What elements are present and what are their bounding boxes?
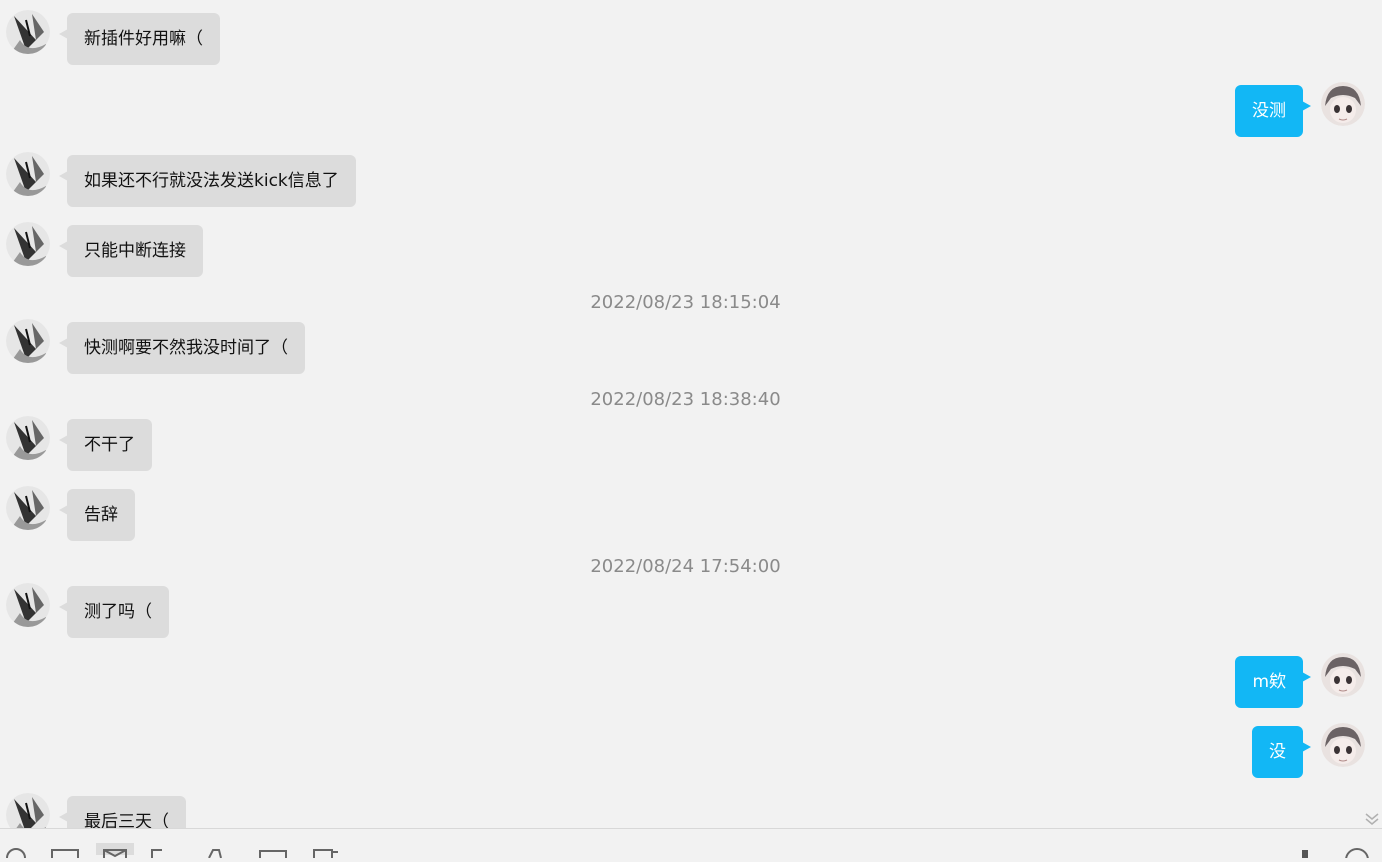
mic-icon[interactable]: [1295, 843, 1315, 858]
contact-avatar[interactable]: [6, 486, 50, 530]
message-bubble[interactable]: 新插件好用嘛（: [59, 13, 220, 65]
message-bubble[interactable]: 只能中断连接: [59, 225, 203, 277]
contact-avatar[interactable]: [6, 583, 50, 627]
contact-avatar[interactable]: [6, 319, 50, 363]
message-row: 新插件好用嘛（: [0, 10, 1382, 66]
timestamp: 2022/08/24 17:54:00: [590, 556, 781, 577]
contact-avatar[interactable]: [6, 793, 50, 828]
message-row: 没测: [0, 82, 1382, 138]
message-row: 只能中断连接: [0, 222, 1382, 278]
chat-message-area[interactable]: 新插件好用嘛（ 没测 如果还不行就没法发送kick信息了 只能中断连接 2022…: [0, 0, 1382, 828]
image-icon[interactable]: [96, 843, 134, 858]
input-toolbar: [0, 828, 1382, 862]
message-row: 如果还不行就没法发送kick信息了: [0, 152, 1382, 208]
message-bubble[interactable]: 没测: [1235, 85, 1311, 137]
message-bubble[interactable]: 告辞: [59, 489, 135, 541]
timestamp: 2022/08/23 18:15:04: [590, 292, 781, 313]
my-avatar[interactable]: [1321, 82, 1365, 126]
my-avatar[interactable]: [1321, 653, 1365, 697]
gift-icon[interactable]: [258, 843, 287, 858]
message-bubble[interactable]: m欸: [1235, 656, 1311, 708]
double-chevron-down-icon[interactable]: [1364, 811, 1380, 825]
more-icon[interactable]: [1342, 843, 1369, 862]
message-bubble[interactable]: 最后三天（: [59, 796, 186, 828]
message-bubble[interactable]: 测了吗（: [59, 586, 169, 638]
my-avatar[interactable]: [1321, 723, 1365, 767]
message-bubble[interactable]: 不干了: [59, 419, 152, 471]
contact-avatar[interactable]: [6, 222, 50, 266]
emoji-icon[interactable]: [6, 843, 26, 862]
message-row: 告辞: [0, 486, 1382, 542]
shake-icon[interactable]: [205, 843, 225, 859]
message-row: 快测啊要不然我没时间了（: [0, 319, 1382, 375]
message-row: 最后三天（: [0, 793, 1382, 828]
screenshot-icon[interactable]: [50, 843, 79, 858]
message-bubble[interactable]: 如果还不行就没法发送kick信息了: [59, 155, 356, 207]
message-row: 不干了: [0, 416, 1382, 472]
message-bubble[interactable]: 快测啊要不然我没时间了（: [59, 322, 305, 374]
file-icon[interactable]: [150, 843, 170, 858]
message-row: 测了吗（: [0, 583, 1382, 639]
message-row: 没: [0, 723, 1382, 779]
history-icon[interactable]: [310, 843, 338, 858]
contact-avatar[interactable]: [6, 152, 50, 196]
contact-avatar[interactable]: [6, 416, 50, 460]
message-row: m欸: [0, 653, 1382, 709]
timestamp: 2022/08/23 18:38:40: [590, 389, 781, 410]
message-bubble[interactable]: 没: [1252, 726, 1311, 778]
contact-avatar[interactable]: [6, 10, 50, 54]
